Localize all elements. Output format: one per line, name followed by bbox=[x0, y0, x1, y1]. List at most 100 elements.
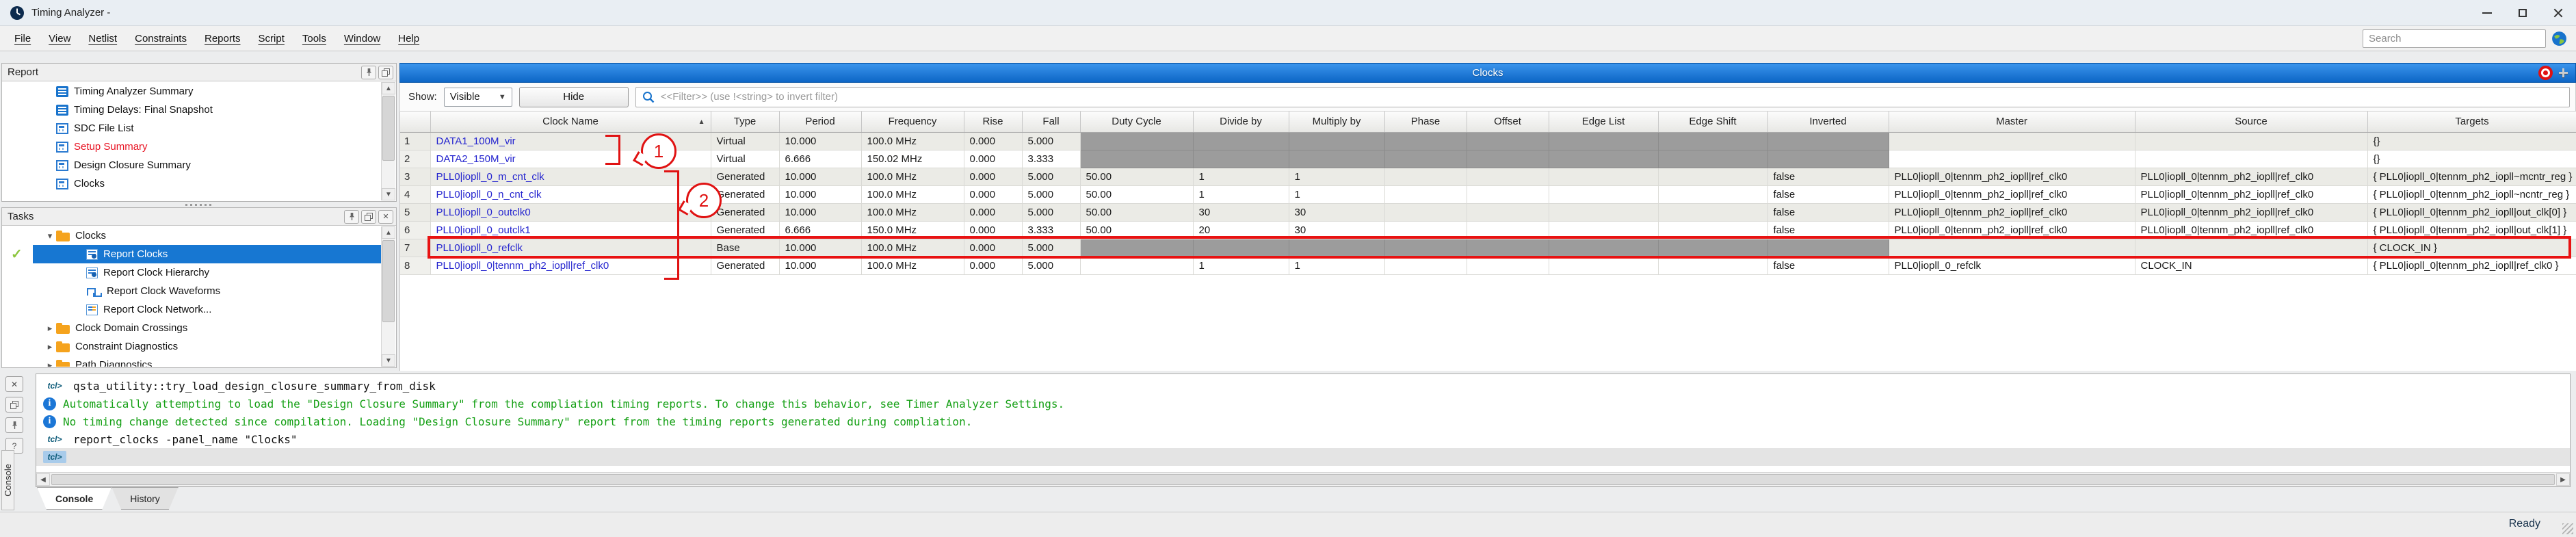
record-icon[interactable] bbox=[2538, 66, 2553, 80]
resize-grip-icon[interactable] bbox=[2562, 523, 2573, 534]
task-item[interactable]: ✓ Constraint Diagnostics bbox=[3, 337, 381, 356]
task-item[interactable]: ✓ Clocks bbox=[3, 226, 381, 245]
table-row[interactable]: 5 PLL0|iopll_0_outclk0 Generated 10.000 … bbox=[400, 203, 2576, 221]
float-panel-icon[interactable] bbox=[378, 66, 393, 79]
add-panel-icon[interactable]: + bbox=[2558, 66, 2568, 80]
tree-expand-arrow[interactable] bbox=[44, 323, 56, 334]
float-panel-icon[interactable] bbox=[361, 210, 376, 224]
maximize-button[interactable] bbox=[2505, 0, 2540, 26]
column-header[interactable]: Multiply by bbox=[1289, 112, 1384, 132]
scroll-left-icon[interactable]: ◀ bbox=[36, 473, 50, 486]
report-scrollbar[interactable]: ▲ ▼ bbox=[381, 82, 395, 200]
menu-item[interactable]: Tools bbox=[293, 30, 335, 47]
column-header[interactable]: Inverted bbox=[1767, 112, 1889, 132]
report-item[interactable]: Timing Analyzer Summary bbox=[3, 82, 381, 101]
close-panel-icon[interactable]: ✕ bbox=[378, 210, 393, 224]
menu-item[interactable]: Constraints bbox=[126, 30, 196, 47]
column-header[interactable]: Clock Name bbox=[430, 112, 711, 132]
menu-item[interactable]: Window bbox=[335, 30, 389, 47]
table-row[interactable]: 6 PLL0|iopll_0_outclk1 Generated 6.666 1… bbox=[400, 221, 2576, 239]
column-header[interactable]: Period bbox=[779, 112, 861, 132]
column-header[interactable]: Rise bbox=[964, 112, 1022, 132]
filter-input[interactable] bbox=[661, 91, 2564, 103]
close-button[interactable] bbox=[2540, 0, 2576, 26]
column-header[interactable]: Type bbox=[711, 112, 779, 132]
scroll-thumb[interactable] bbox=[382, 96, 395, 161]
column-header[interactable]: Source bbox=[2135, 112, 2367, 132]
task-item[interactable]: ✓ Report Clock Waveforms bbox=[3, 282, 381, 300]
report-item[interactable]: Setup Summary bbox=[3, 137, 381, 156]
scroll-down-icon[interactable]: ▼ bbox=[382, 354, 395, 367]
menu-item[interactable]: Reports bbox=[196, 30, 250, 47]
clock-name-cell[interactable]: PLL0|iopll_0_refclk bbox=[430, 239, 711, 257]
column-header[interactable]: Edge List bbox=[1549, 112, 1658, 132]
menu-item[interactable]: Help bbox=[389, 30, 428, 47]
float-console-icon[interactable] bbox=[5, 397, 23, 412]
table-row[interactable]: 1 DATA1_100M_vir Virtual 10.000 100.0 MH… bbox=[400, 132, 2576, 150]
inverted-cell: false bbox=[1767, 185, 1889, 203]
console-vertical-tab[interactable]: Console bbox=[1, 450, 14, 510]
report-item[interactable]: Clocks bbox=[3, 174, 381, 193]
column-header[interactable]: Phase bbox=[1384, 112, 1467, 132]
task-item[interactable]: ✓ Path Diagnostics bbox=[3, 356, 381, 367]
scroll-down-icon[interactable]: ▼ bbox=[382, 188, 395, 200]
console-hscrollbar[interactable]: ◀ ▶ bbox=[36, 472, 2570, 486]
menu-item[interactable]: View bbox=[40, 30, 79, 47]
clock-name-cell[interactable]: DATA2_150M_vir bbox=[430, 150, 711, 168]
menu-item[interactable]: Netlist bbox=[79, 30, 126, 47]
globe-icon[interactable] bbox=[2551, 30, 2568, 47]
clock-name-cell[interactable]: PLL0|iopll_0_n_cnt_clk bbox=[430, 185, 711, 203]
console-tab[interactable]: Console bbox=[37, 487, 111, 510]
task-item[interactable]: ✓ Report Clocks bbox=[3, 245, 381, 263]
show-dropdown[interactable]: Visible ▼ bbox=[444, 88, 512, 107]
pin-icon[interactable] bbox=[344, 210, 359, 224]
column-header[interactable]: Offset bbox=[1467, 112, 1549, 132]
table-row[interactable]: 4 PLL0|iopll_0_n_cnt_clk Generated 10.00… bbox=[400, 185, 2576, 203]
column-header[interactable]: Fall bbox=[1022, 112, 1080, 132]
task-item[interactable]: ✓ Report Clock Hierarchy bbox=[3, 263, 381, 282]
task-item[interactable]: ✓ Report Clock Network... bbox=[3, 300, 381, 319]
pin-icon[interactable] bbox=[5, 417, 23, 433]
console-output[interactable]: tcl> i qsta_utility::try_load_design_clo… bbox=[36, 374, 2570, 471]
clock-name-cell[interactable]: PLL0|iopll_0_m_cnt_clk bbox=[430, 168, 711, 185]
panel-splitter[interactable] bbox=[1, 202, 397, 207]
column-header[interactable]: Frequency bbox=[861, 112, 964, 132]
minimize-button[interactable] bbox=[2469, 0, 2505, 26]
tree-expand-arrow[interactable] bbox=[44, 231, 56, 241]
tree-expand-arrow[interactable] bbox=[44, 341, 56, 352]
pin-icon[interactable] bbox=[361, 66, 376, 79]
clock-name-cell[interactable]: PLL0|iopll_0|tennm_ph2_iopll|ref_clk0 bbox=[430, 257, 711, 274]
table-row[interactable]: 8 PLL0|iopll_0|tennm_ph2_iopll|ref_clk0 … bbox=[400, 257, 2576, 274]
scroll-thumb[interactable] bbox=[382, 240, 395, 322]
table-row[interactable]: 2 DATA2_150M_vir Virtual 6.666 150.02 MH… bbox=[400, 150, 2576, 168]
hide-button[interactable]: Hide bbox=[519, 87, 629, 107]
menu-item[interactable]: File bbox=[5, 30, 40, 47]
console-tab[interactable]: History bbox=[111, 487, 179, 510]
column-header[interactable]: Duty Cycle bbox=[1080, 112, 1193, 132]
close-console-icon[interactable]: ✕ bbox=[5, 376, 23, 392]
report-item[interactable]: Timing Delays: Final Snapshot bbox=[3, 101, 381, 119]
report-item[interactable]: Design Closure Summary bbox=[3, 156, 381, 174]
clock-name-cell[interactable]: PLL0|iopll_0_outclk0 bbox=[430, 203, 711, 221]
scroll-right-icon[interactable]: ▶ bbox=[2556, 473, 2570, 486]
table-row[interactable]: 7 PLL0|iopll_0_refclk Base 10.000 100.0 … bbox=[400, 239, 2576, 257]
task-item[interactable]: ✓ Clock Domain Crossings bbox=[3, 319, 381, 337]
clock-name-cell[interactable]: PLL0|iopll_0_outclk1 bbox=[430, 221, 711, 239]
column-header[interactable]: Master bbox=[1889, 112, 2135, 132]
column-header[interactable]: Edge Shift bbox=[1658, 112, 1767, 132]
report-item[interactable]: SDC File List bbox=[3, 119, 381, 137]
tasks-scrollbar[interactable]: ▲ ▼ bbox=[381, 226, 395, 367]
tree-expand-arrow[interactable] bbox=[44, 360, 56, 367]
column-header[interactable]: Divide by bbox=[1193, 112, 1289, 132]
scroll-thumb[interactable] bbox=[51, 474, 2555, 485]
scroll-up-icon[interactable]: ▲ bbox=[382, 82, 395, 94]
filter-box[interactable] bbox=[635, 87, 2570, 107]
table-row[interactable]: 3 PLL0|iopll_0_m_cnt_clk Generated 10.00… bbox=[400, 168, 2576, 185]
scroll-up-icon[interactable]: ▲ bbox=[382, 226, 395, 239]
column-header[interactable]: Targets bbox=[2367, 112, 2576, 132]
duty-cycle-cell bbox=[1080, 150, 1193, 168]
clock-name-cell[interactable]: DATA1_100M_vir bbox=[430, 132, 711, 150]
search-input[interactable] bbox=[2363, 29, 2546, 48]
column-header[interactable] bbox=[400, 112, 430, 132]
menu-item[interactable]: Script bbox=[250, 30, 293, 47]
